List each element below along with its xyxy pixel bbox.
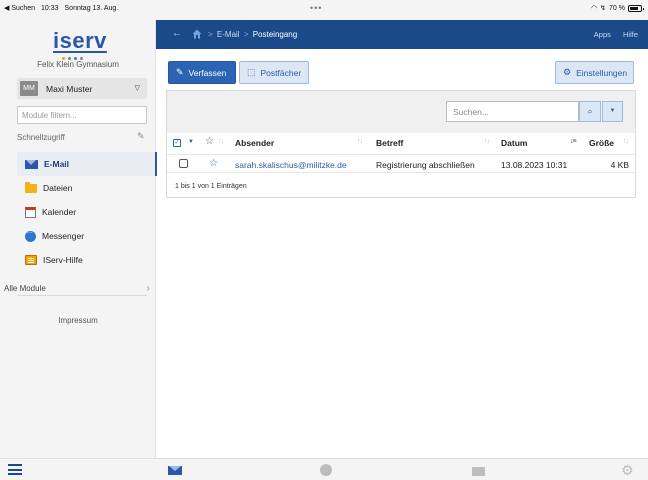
panel-header: ⌕ ▼ [167, 91, 635, 133]
sidebar-item-label: Kalender [42, 207, 77, 217]
school-name: Felix Klein Gymnasium [37, 60, 119, 69]
select-all-checkbox[interactable]: ✓ [173, 139, 181, 147]
caret-down-icon: ▽ [134, 85, 140, 92]
sort-desc-icon[interactable]: ↓≡ [570, 138, 577, 145]
breadcrumb-email[interactable]: E-Mail [217, 30, 240, 39]
column-header-subject[interactable]: Betreff [376, 138, 403, 148]
row-sender[interactable]: sarah.skalischus@militzke.de [235, 160, 347, 170]
bottom-tab-bar: ⚙ [0, 458, 648, 480]
pencil-icon: ✎ [176, 67, 184, 77]
mail-tab-icon[interactable] [168, 466, 182, 475]
table-header: ✓ ▼ ☆ ↑↓ Absender ↑↓ Betreff ↑↓ Datum ↓≡… [167, 133, 635, 155]
compose-button[interactable]: ✎ Verfassen [168, 61, 236, 84]
breadcrumb-inbox: Posteingang [252, 30, 298, 39]
hamburger-menu-icon[interactable] [8, 464, 22, 475]
sidebar-item-kalender[interactable]: Kalender [17, 200, 157, 224]
status-date: Sonntag 13. Aug. [64, 5, 119, 12]
sidebar-item-dateien[interactable]: Dateien [17, 176, 157, 200]
all-modules-label: Alle Module [4, 284, 46, 293]
ios-status-bar: ◀ Suchen 10:33 Sonntag 13. Aug. ••• ◠ ↯ … [0, 0, 648, 20]
sort-icon[interactable]: ↑↓ [484, 138, 490, 145]
sidebar: iserv Felix Klein Gymnasium MM Maxi Must… [0, 20, 157, 458]
calendar-icon [25, 206, 36, 218]
logo-text: iserv [53, 28, 107, 53]
wifi-icon: ◠ [591, 5, 598, 12]
sidebar-item-messenger[interactable]: Messenger [17, 224, 157, 248]
user-menu[interactable]: MM Maxi Muster ▽ [17, 78, 147, 99]
chat-icon [25, 228, 36, 242]
help-icon [25, 255, 37, 265]
iserv-logo[interactable]: iserv [53, 30, 107, 60]
battery-icon [628, 4, 644, 12]
row-checkbox[interactable] [179, 159, 188, 168]
chat-tab-icon[interactable] [320, 464, 332, 476]
search-options-dropdown[interactable]: ▼ [602, 101, 623, 122]
settings-button[interactable]: ⚙ Einstellungen [555, 61, 634, 84]
header-links: Apps Hilfe [584, 30, 638, 39]
sidebar-item-label: Dateien [43, 183, 73, 193]
quick-access-title: Schnellzugriff [17, 133, 65, 142]
sidebar-item-iserv-hilfe[interactable]: IServ-Hilfe [17, 248, 157, 272]
sidebar-item-label: E-Mail [44, 159, 70, 169]
sort-icon[interactable]: ↑↓ [357, 138, 363, 145]
status-right: ◠ ↯ 70 % [591, 4, 644, 12]
column-header-date[interactable]: Datum [501, 138, 527, 148]
user-name: Maxi Muster [46, 84, 93, 94]
battery-percent: 70 % [609, 4, 625, 12]
search-input[interactable] [446, 101, 579, 122]
home-icon[interactable] [192, 29, 202, 39]
back-arrow-icon[interactable]: ← [172, 28, 182, 39]
compose-label: Verfassen [188, 67, 227, 78]
status-time: 10:33 [41, 5, 59, 12]
chevron-right-icon: › [146, 283, 150, 294]
sort-icon[interactable]: ↑↓ [218, 138, 224, 145]
settings-label: Einstellungen [576, 67, 628, 78]
row-subject[interactable]: Registrierung abschließen [376, 160, 475, 170]
star-icon[interactable]: ☆ [209, 158, 218, 169]
settings-tab-gear-icon[interactable]: ⚙ [621, 462, 634, 479]
mail-icon [25, 159, 38, 169]
charging-icon: ↯ [600, 5, 607, 12]
star-column-icon[interactable]: ☆ [205, 136, 214, 147]
header-bar: ← > E-Mail > Posteingang Apps Hilfe [156, 20, 648, 49]
help-link[interactable]: Hilfe [623, 30, 638, 39]
search-icon[interactable]: ⌕ [579, 101, 601, 122]
row-date: 13.08.2023 10:31 [501, 160, 568, 170]
mailboxes-button[interactable]: ⬚ Postfächer [239, 61, 309, 84]
sidebar-item-label: IServ-Hilfe [43, 255, 83, 265]
inbox-tray-icon: ⬚ [247, 67, 256, 77]
sidebar-nav: E-Mail Dateien Kalender Messenger IServ-… [17, 152, 157, 272]
folder-tab-icon[interactable] [472, 467, 485, 476]
sidebar-item-email[interactable]: E-Mail [17, 152, 157, 176]
gear-icon: ⚙ [563, 67, 572, 77]
impressum-link[interactable]: Impressum [0, 316, 156, 325]
module-filter-input[interactable] [17, 106, 147, 124]
select-dropdown-caret-icon[interactable]: ▼ [188, 139, 194, 145]
apps-link[interactable]: Apps [594, 30, 611, 39]
all-modules-link[interactable]: Alle Module › [4, 283, 150, 304]
table-row[interactable]: ☆ sarah.skalischus@militzke.de Registrie… [167, 155, 635, 173]
sidebar-item-label: Messenger [42, 231, 85, 241]
table-info: 1 bis 1 von 1 Einträgen [175, 183, 247, 190]
mailboxes-label: Postfächer [260, 67, 302, 78]
column-header-sender[interactable]: Absender [235, 138, 274, 148]
row-size: 4 KB [610, 160, 629, 170]
status-left: ◀ Suchen 10:33 Sonntag 13. Aug. [4, 4, 118, 12]
folder-icon [25, 181, 37, 193]
mail-list-panel: ⌕ ▼ ✓ ▼ ☆ ↑↓ Absender ↑↓ Betreff ↑↓ Datu… [166, 90, 636, 198]
sort-icon[interactable]: ↑↓ [623, 138, 629, 145]
column-header-size[interactable]: Größe [589, 138, 614, 148]
multitasking-dots-icon[interactable]: ••• [310, 3, 322, 13]
edit-icon[interactable]: ✎ [137, 131, 145, 142]
breadcrumb: > E-Mail > Posteingang [208, 30, 298, 39]
back-to-app-link[interactable]: ◀ Suchen [4, 5, 35, 12]
avatar: MM [20, 81, 38, 96]
